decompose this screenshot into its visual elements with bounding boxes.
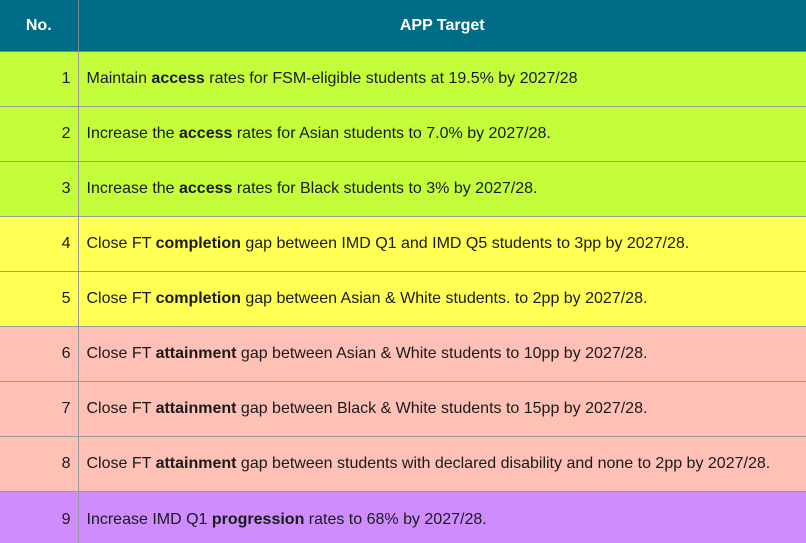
row-number: 5 <box>0 271 79 327</box>
table-row: 5 Close FT completion gap between Asian … <box>0 271 806 327</box>
table-row: 3 Increase the access rates for Black st… <box>0 161 806 217</box>
table-row: 8 Close FT attainment gap between studen… <box>0 436 806 492</box>
target-keyword: attainment <box>155 455 237 472</box>
row-target-text: Increase the access rates for Black stud… <box>78 161 806 217</box>
header-app-target: APP Target <box>78 0 806 52</box>
row-number: 1 <box>0 51 79 107</box>
row-target-text: Close FT completion gap between IMD Q1 a… <box>78 216 806 272</box>
table-row: 9 Increase IMD Q1 progression rates to 6… <box>0 491 806 543</box>
row-number: 7 <box>0 381 79 437</box>
row-target-text: Close FT attainment gap between Black & … <box>78 381 806 437</box>
table-row: 7 Close FT attainment gap between Black … <box>0 381 806 437</box>
target-keyword: completion <box>155 290 241 307</box>
target-keyword: attainment <box>155 345 237 362</box>
target-keyword: progression <box>211 510 305 528</box>
row-target-text: Increase the access rates for Asian stud… <box>78 106 806 162</box>
target-keyword: completion <box>155 235 241 252</box>
target-keyword: attainment <box>155 400 237 417</box>
app-targets-table: No. APP Target 1 Maintain access rates f… <box>0 0 806 543</box>
table-row: 2 Increase the access rates for Asian st… <box>0 106 806 162</box>
table-header-row: No. APP Target <box>0 0 806 52</box>
row-number: 3 <box>0 161 79 217</box>
row-target-text: Close FT attainment gap between Asian & … <box>78 326 806 382</box>
row-target-text: Maintain access rates for FSM-eligible s… <box>78 51 806 107</box>
row-number: 8 <box>0 436 79 492</box>
target-keyword: access <box>179 125 233 142</box>
row-target-text: Close FT completion gap between Asian & … <box>78 271 806 327</box>
row-target-text: Close FT attainment gap between students… <box>78 436 806 492</box>
table-row: 6 Close FT attainment gap between Asian … <box>0 326 806 382</box>
header-no: No. <box>0 0 79 52</box>
row-number: 4 <box>0 216 79 272</box>
row-number: 9 <box>0 491 79 543</box>
row-number: 6 <box>0 326 79 382</box>
table-row: 1 Maintain access rates for FSM-eligible… <box>0 51 806 107</box>
row-number: 2 <box>0 106 79 162</box>
target-keyword: access <box>151 70 205 87</box>
target-keyword: access <box>179 180 233 197</box>
row-target-text: Increase IMD Q1 progression rates to 68%… <box>78 491 806 543</box>
table-row: 4 Close FT completion gap between IMD Q1… <box>0 216 806 272</box>
